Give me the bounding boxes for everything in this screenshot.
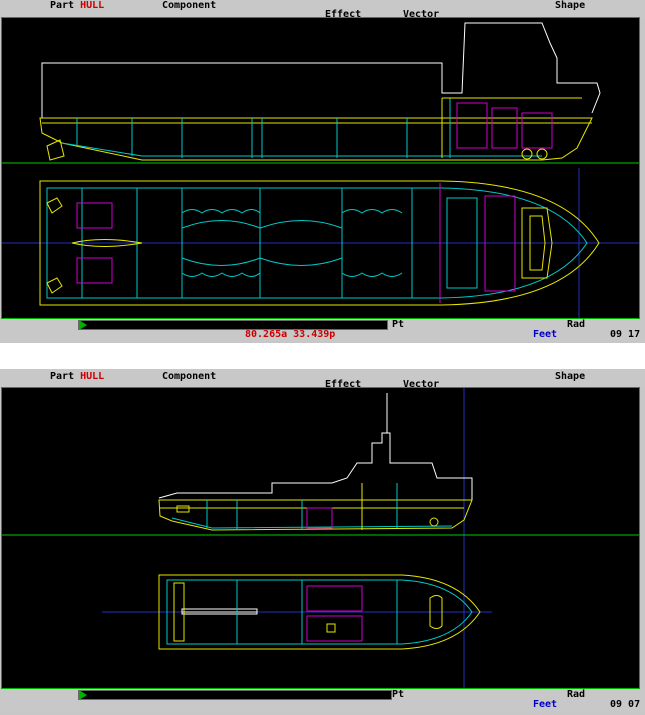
superstructure-outline [41,22,601,118]
slider-thumb[interactable] [79,320,87,330]
hull-plan-drawing [102,574,492,650]
hull-profile-drawing [2,393,639,536]
hull-profile-drawing [2,22,639,164]
hull-plan-drawing [2,168,639,318]
bottom-cad-window: Part HULL Component Effect Vector Shape [0,369,645,715]
bottom-position-slider[interactable] [78,690,392,700]
pt-label: Pt [392,319,405,330]
top-position-slider[interactable] [78,320,388,330]
superstructure-outline [158,432,473,500]
part-menu[interactable]: Part HULL [50,0,104,11]
clock-readout: 09 07 [610,699,641,710]
top-menu-bar: Part HULL Component Effect Vector Shape [0,0,645,20]
top-status-bar: Pt Rad 80.265a 33.439p Feet 09 17 [0,319,645,341]
component-menu[interactable]: Component [162,371,216,382]
shape-menu[interactable]: Shape [555,0,585,11]
coordinate-readout: 80.265a 33.439p [245,329,336,340]
clock-readout: 09 17 [610,329,641,340]
bottom-drawing-canvas[interactable] [1,387,640,689]
bottom-status-bar: Pt Rad Feet 09 07 [0,689,645,711]
slider-thumb[interactable] [79,690,87,700]
units-label[interactable]: Feet [533,329,557,340]
part-menu[interactable]: Part HULL [50,371,104,382]
bottom-menu-bar: Part HULL Component Effect Vector Shape [0,369,645,390]
rad-label: Rad [567,319,586,330]
hull-profile-outline [39,117,593,161]
component-menu[interactable]: Component [162,0,216,11]
top-cad-window: Part HULL Component Effect Vector Shape [0,0,645,343]
pt-label: Pt [392,689,405,700]
shape-menu[interactable]: Shape [555,371,585,382]
rad-label: Rad [567,689,586,700]
top-drawing-canvas[interactable] [1,17,640,319]
hull-profile-outline [158,499,473,531]
part-value: HULL [80,0,105,11]
units-label[interactable]: Feet [533,699,557,710]
part-value: HULL [80,371,105,382]
